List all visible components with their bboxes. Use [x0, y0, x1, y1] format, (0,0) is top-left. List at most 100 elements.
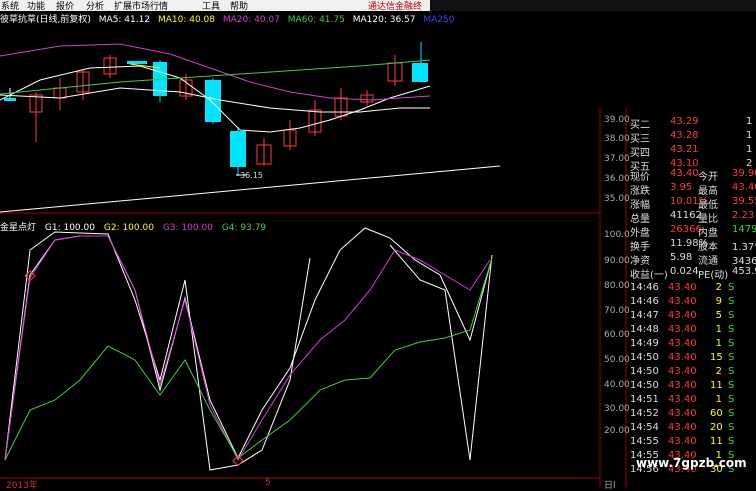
candle — [230, 131, 246, 167]
stat-label: 股本 — [698, 242, 718, 253]
tick-time: 14:49 — [630, 338, 659, 349]
stat-value: 2.23 — [732, 210, 755, 221]
stat-label: 涨跌 — [630, 186, 650, 197]
tick-price: 43.40 — [668, 408, 697, 419]
tick-price: 43.40 — [668, 394, 697, 405]
tick-row: 14:55 43.40 11 S — [628, 436, 756, 450]
stat-row: 换手11.98%股本1.37亿 — [628, 238, 756, 253]
tick-side: S — [728, 394, 735, 405]
y-label-upper: 35.00 — [604, 194, 630, 204]
tick-side: S — [728, 338, 735, 349]
tick-price: 43.40 — [668, 324, 697, 335]
y-label-lower: 40.00 — [604, 380, 630, 390]
tick-side: S — [728, 366, 735, 377]
stat-value: 3436万 — [732, 256, 756, 267]
stat-label: 涨幅 — [630, 200, 650, 211]
tick-side: S — [728, 436, 735, 447]
g-line-white-2 — [4, 231, 311, 471]
tick-price: 43.40 — [668, 436, 697, 447]
tick-time: 14:50 — [630, 352, 659, 363]
tick-row: 14:47 43.40 5 S — [628, 310, 756, 324]
stat-row: 总量 41162 量比 2.23 — [628, 210, 756, 225]
y-label-upper: 38.00 — [604, 134, 630, 144]
stat-label: 最高 — [698, 186, 718, 197]
candle — [412, 63, 428, 82]
bid-label: 买三 — [630, 134, 650, 145]
stat-value: 39.90 — [732, 168, 756, 179]
y-label-lower: 70.00 — [604, 306, 630, 316]
y-label-upper: 37.00 — [604, 154, 630, 164]
watermark: www.7gpzb.com — [636, 456, 747, 470]
tick-price: 43.40 — [668, 366, 697, 377]
bid-price: 43.29 — [670, 116, 699, 127]
bid-label: 买二 — [630, 120, 650, 131]
stat-label: 外盘 — [630, 228, 650, 239]
stat-value: 39.55 — [732, 196, 756, 207]
y-label-lower: 20.00 — [604, 426, 630, 436]
bid-row: 买四 43.21 1 — [628, 144, 756, 159]
bid-volume: 1 — [746, 130, 753, 141]
tick-row: 14:50 43.40 11 S — [628, 380, 756, 394]
y-label-lower: 30.00 — [604, 404, 630, 414]
bid-volume: 1 — [746, 144, 753, 155]
stat-label: 今开 — [698, 172, 718, 183]
candlesticks — [4, 42, 428, 176]
tick-volume: 1 — [715, 324, 722, 335]
bid-row: 买二 43.29 1 — [628, 116, 756, 131]
stat-label: 量比 — [698, 214, 718, 225]
stat-label: 最低 — [698, 200, 718, 211]
x-label-year: 2013年 — [6, 481, 38, 491]
bid-label: 买四 — [630, 148, 650, 159]
stat-label: 总量 — [630, 214, 650, 225]
stat-row: 收益(一)0.024PE(动)453.9 — [628, 266, 756, 281]
y-label-lower: 60.00 — [604, 330, 630, 340]
low-price-label: 36.15 — [240, 171, 263, 180]
tick-price: 43.40 — [668, 422, 697, 433]
g-line-white-1 — [4, 227, 491, 461]
tick-volume: 15 — [710, 352, 723, 363]
tick-row: 14:48 43.40 1 S — [628, 324, 756, 338]
tick-row: 14:50 43.40 2 S — [628, 366, 756, 380]
stat-label: 净资 — [630, 256, 650, 267]
tick-time: 14:51 — [630, 394, 659, 405]
bid-row: 买三 43.28 1 — [628, 130, 756, 145]
stat-row: 外盘26366内盘14796 — [628, 224, 756, 239]
tick-side: S — [728, 422, 735, 433]
tick-row: 14:46 43.40 9 S — [628, 296, 756, 310]
tick-side: S — [728, 380, 735, 391]
stat-label: PE(动) — [698, 270, 729, 281]
stat-row: 涨幅10.01%最低39.55 — [628, 196, 756, 211]
y-label-upper: 36.00 — [604, 174, 630, 184]
stat-value: 14796 — [732, 224, 756, 235]
y-label-lower: 90.00 — [604, 256, 630, 266]
stat-row: 涨跌 3.95 最高 43.40 — [628, 182, 756, 197]
stat-value: 453.9 — [732, 266, 756, 277]
tick-volume: 1 — [715, 394, 722, 405]
candle — [205, 80, 221, 122]
tick-volume: 11 — [710, 436, 723, 447]
stat-label: 收益(一) — [630, 270, 668, 281]
candle — [127, 61, 147, 64]
tick-row: 14:49 43.40 1 S — [628, 338, 756, 352]
tick-row: 14:51 43.40 1 S — [628, 394, 756, 408]
tick-side: S — [728, 310, 735, 321]
tick-volume: 11 — [710, 380, 723, 391]
tick-side: S — [728, 282, 735, 293]
stat-label: 流通 — [698, 256, 718, 267]
tick-side: S — [728, 324, 735, 335]
period-label: 日l — [604, 481, 616, 491]
stat-value: 43.40 — [732, 182, 756, 193]
tick-time: 14:55 — [630, 436, 659, 447]
tick-time: 14:48 — [630, 324, 659, 335]
g-line-green — [4, 257, 493, 461]
tick-time: 14:50 — [630, 380, 659, 391]
tick-time: 14:52 — [630, 408, 659, 419]
tick-volume: 2 — [715, 366, 722, 377]
tick-price: 43.40 — [668, 380, 697, 391]
tick-price: 43.40 — [668, 310, 697, 321]
tick-price: 43.40 — [668, 296, 697, 307]
tick-side: S — [728, 296, 735, 307]
bid-volume: 1 — [746, 116, 753, 127]
tick-price: 43.40 — [668, 338, 697, 349]
tick-volume: 5 — [715, 310, 722, 321]
